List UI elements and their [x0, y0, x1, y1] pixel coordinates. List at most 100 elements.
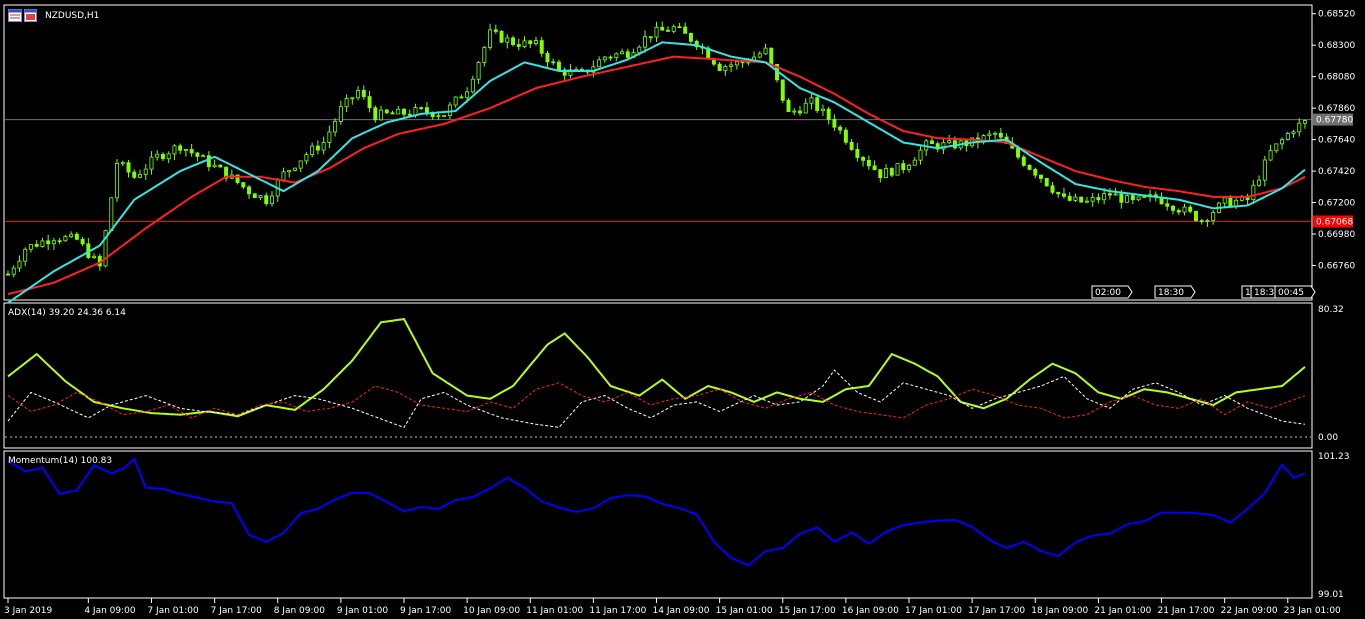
candle-body — [723, 66, 728, 71]
candle-body — [1211, 212, 1216, 221]
time-tick-label: 15 Jan 17:00 — [779, 606, 836, 616]
candle-body — [665, 29, 670, 32]
price-tick-label: 0.68080 — [1318, 73, 1355, 83]
candle-body — [998, 132, 1003, 138]
candle-body — [419, 107, 424, 110]
candle-body — [315, 145, 320, 151]
price-tick-label: 0.67640 — [1318, 136, 1355, 146]
candle-body — [528, 40, 533, 45]
candle-body — [820, 108, 825, 111]
candle-body — [436, 115, 441, 118]
candle-body — [855, 149, 860, 158]
candle-body — [166, 153, 171, 160]
candle-body — [1033, 168, 1038, 176]
candle-body — [866, 159, 871, 167]
candle-body — [763, 47, 768, 55]
candle-body — [912, 159, 917, 166]
candle-body — [895, 163, 900, 176]
chart-window-icon[interactable] — [8, 9, 38, 22]
candle-body — [1050, 185, 1055, 193]
candle-body — [172, 145, 177, 155]
candle-body — [1228, 197, 1233, 207]
candle-body — [499, 31, 504, 43]
time-tick-label: 18 Jan 09:00 — [1031, 606, 1088, 616]
time-marker-label: 00:45 — [1278, 288, 1304, 298]
candle-body — [74, 233, 79, 240]
candle-body — [298, 160, 303, 169]
trading-chart[interactable]: 02:00 18:30 1 18:3 00:45 0.68520 0.68300 0.680… — [0, 0, 1365, 619]
candle-body — [1285, 133, 1290, 140]
momentum-tick-label: 101.23 — [1318, 452, 1350, 462]
time-tick-label: 17 Jan 01:00 — [905, 606, 962, 616]
candle-body — [292, 167, 297, 171]
candle-body — [1303, 120, 1307, 124]
candle-body — [1262, 159, 1267, 181]
candle-body — [826, 108, 831, 120]
candle-body — [396, 108, 401, 115]
candle-body — [459, 96, 464, 99]
time-tick-label: 3 Jan 2019 — [4, 606, 52, 616]
candle-body — [1130, 195, 1135, 201]
candle-body — [809, 97, 814, 104]
candle-body — [482, 47, 487, 63]
candle-body — [1073, 196, 1078, 201]
candle-body — [803, 102, 808, 114]
candle-body — [69, 233, 74, 238]
candle-body — [310, 145, 315, 155]
candle-body — [206, 155, 211, 168]
candle-body — [447, 104, 452, 116]
candle-body — [660, 26, 665, 31]
candle-body — [929, 140, 934, 145]
price-tick-label: 0.67420 — [1318, 167, 1355, 177]
current-price-label: 0.67780 — [1316, 116, 1353, 126]
candle-body — [1182, 206, 1187, 213]
candle-body — [367, 96, 372, 109]
candle-body — [832, 118, 837, 128]
candle-body — [1096, 197, 1101, 201]
candle-body — [872, 165, 877, 171]
candle-body — [390, 112, 395, 115]
candle-body — [1119, 193, 1124, 203]
candle-body — [338, 106, 343, 122]
candle-body — [1084, 200, 1089, 203]
candle-body — [843, 129, 848, 143]
candle-body — [149, 156, 154, 170]
candle-body — [534, 40, 538, 45]
candle-body — [786, 99, 791, 113]
candle-body — [34, 244, 39, 247]
candle-body — [551, 61, 556, 64]
time-marker-label: 18:30 — [1158, 288, 1184, 298]
candle-body — [683, 26, 688, 34]
candle-body — [878, 169, 883, 179]
candle-body — [1297, 122, 1302, 133]
candle-body — [1136, 196, 1141, 201]
time-tick-label: 23 Jan 01:00 — [1284, 606, 1341, 616]
candle-body — [138, 174, 142, 178]
time-tick-label: 11 Jan 01:00 — [526, 606, 583, 616]
candle-body — [539, 40, 544, 54]
candle-body — [849, 141, 854, 150]
candle-body — [270, 195, 274, 205]
candle-body — [407, 113, 412, 116]
candle-body — [643, 36, 648, 48]
candle-body — [1188, 206, 1193, 212]
candle-body — [1257, 179, 1262, 186]
candle-body — [654, 26, 659, 38]
candle-body — [861, 157, 866, 161]
candle-body — [281, 171, 286, 181]
candle-body — [264, 195, 269, 205]
candle-body — [1193, 210, 1198, 222]
candle-body — [516, 44, 521, 47]
candle-body — [522, 40, 527, 47]
candle-body — [1280, 139, 1285, 145]
price-tick-label: 0.68300 — [1318, 41, 1355, 51]
time-tick-label: 21 Jan 17:00 — [1158, 606, 1215, 616]
candle-body — [247, 186, 252, 195]
candle-body — [178, 145, 183, 151]
candle-body — [545, 52, 550, 63]
candle-body — [143, 168, 148, 175]
candle-body — [987, 133, 992, 136]
chart-background — [0, 0, 1365, 619]
candle-body — [1251, 184, 1256, 201]
candle-body — [1291, 131, 1296, 134]
